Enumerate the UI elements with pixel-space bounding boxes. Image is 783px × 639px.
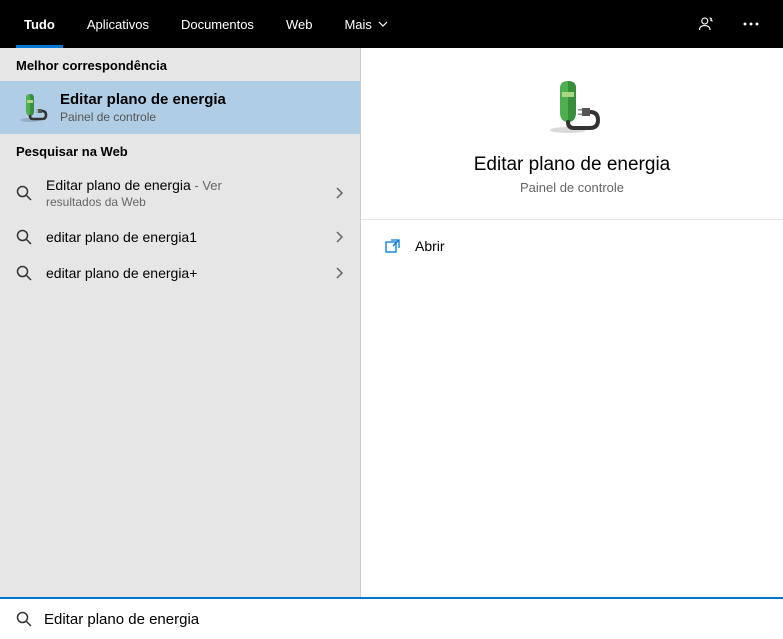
chevron-down-icon — [378, 19, 388, 29]
results-panel: Melhor correspondência Editar plano de e… — [0, 48, 360, 597]
top-right-controls — [691, 8, 775, 40]
detail-panel: Editar plano de energia Painel de contro… — [360, 48, 783, 597]
best-match-subtitle: Painel de controle — [60, 110, 226, 124]
search-input[interactable] — [44, 611, 767, 628]
power-plug-icon — [542, 78, 602, 138]
main-area: Melhor correspondência Editar plano de e… — [0, 48, 783, 597]
tab-aplicativos[interactable]: Aplicativos — [71, 0, 165, 48]
chevron-right-icon — [334, 230, 344, 244]
detail-actions: Abrir — [361, 220, 783, 272]
search-icon — [16, 611, 32, 627]
best-match-item[interactable]: Editar plano de energia Painel de contro… — [0, 81, 360, 134]
detail-title: Editar plano de energia — [474, 154, 670, 176]
search-bar — [0, 597, 783, 639]
power-plug-icon — [16, 92, 48, 124]
best-match-title: Editar plano de energia — [60, 91, 226, 108]
tab-web[interactable]: Web — [270, 0, 329, 48]
web-result-text: Editar plano de energia - Ver resultados… — [46, 177, 320, 209]
best-match-text: Editar plano de energia Painel de contro… — [60, 91, 226, 124]
chevron-right-icon — [334, 186, 344, 200]
action-open[interactable]: Abrir — [361, 228, 783, 264]
web-result-0[interactable]: Editar plano de energia - Ver resultados… — [0, 167, 360, 219]
web-result-1[interactable]: editar plano de energia1 — [0, 219, 360, 255]
open-icon — [385, 238, 401, 254]
tab-mais[interactable]: Mais — [328, 0, 403, 48]
web-result-2[interactable]: editar plano de energia+ — [0, 255, 360, 291]
web-search-header: Pesquisar na Web — [0, 134, 360, 167]
feedback-icon[interactable] — [691, 8, 723, 40]
web-result-text: editar plano de energia1 — [46, 229, 320, 245]
search-icon — [16, 229, 32, 245]
best-match-header: Melhor correspondência — [0, 48, 360, 81]
tab-tudo[interactable]: Tudo — [8, 0, 71, 48]
more-options-icon[interactable] — [735, 8, 767, 40]
filter-tabs: Tudo Aplicativos Documentos Web Mais — [8, 0, 404, 48]
action-open-label: Abrir — [415, 238, 445, 254]
top-filter-bar: Tudo Aplicativos Documentos Web Mais — [0, 0, 783, 48]
chevron-right-icon — [334, 266, 344, 280]
search-icon — [16, 185, 32, 201]
detail-header: Editar plano de energia Painel de contro… — [361, 48, 783, 220]
web-result-text: editar plano de energia+ — [46, 265, 320, 281]
search-icon — [16, 265, 32, 281]
detail-subtitle: Painel de controle — [520, 180, 624, 195]
tab-documentos[interactable]: Documentos — [165, 0, 270, 48]
